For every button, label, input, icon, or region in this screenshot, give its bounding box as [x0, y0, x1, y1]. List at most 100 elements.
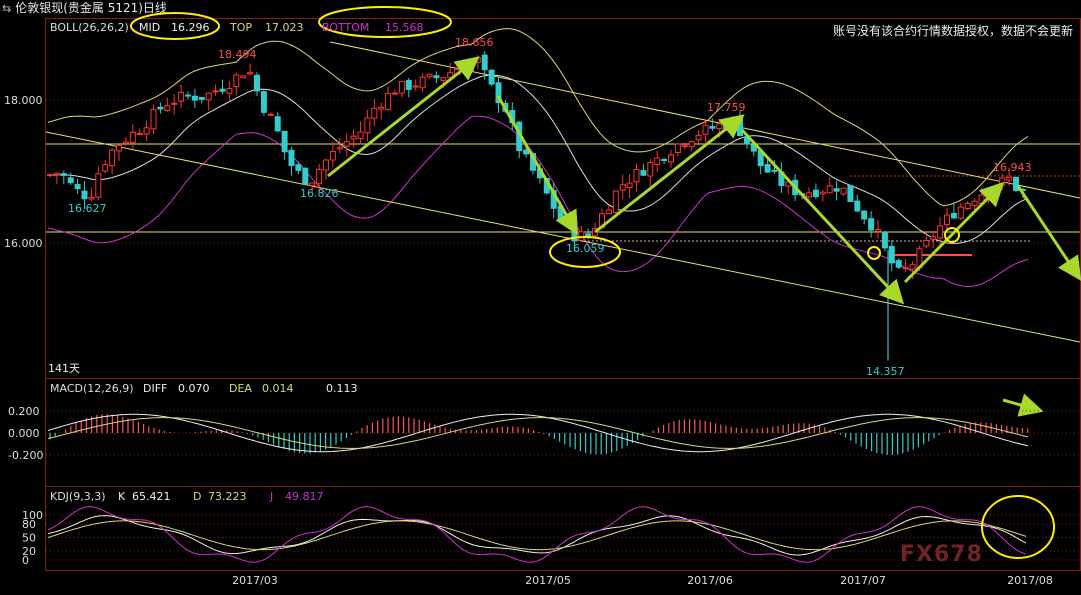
diff-label: DIFF — [143, 382, 167, 395]
candle — [371, 98, 378, 126]
candlesticks[interactable] — [47, 51, 1026, 361]
candle — [233, 72, 240, 96]
x-tick-3: 2017/07 — [840, 574, 886, 587]
candle — [881, 230, 888, 252]
candle — [247, 63, 254, 76]
fx678-watermark: FX678 — [900, 542, 983, 567]
candle — [378, 102, 385, 120]
candle — [281, 130, 288, 160]
trend-lines — [45, 41, 1081, 343]
candle — [668, 149, 674, 168]
mid-label: MID — [139, 21, 160, 34]
price-annotation-5: 16.826 — [300, 187, 339, 200]
candle — [681, 144, 688, 150]
candle — [957, 203, 964, 220]
candle — [895, 258, 902, 270]
candle — [633, 163, 640, 192]
candle — [343, 133, 350, 156]
candle — [654, 150, 661, 173]
candle — [930, 230, 937, 249]
candle — [67, 172, 74, 186]
y-tick-macd-1: 0.000 — [8, 427, 40, 440]
candle — [254, 72, 260, 97]
candle — [157, 102, 164, 114]
trend-arrow-0 — [327, 56, 480, 178]
candle — [405, 77, 412, 98]
candle — [143, 120, 150, 141]
boll-bands — [47, 28, 1029, 288]
boll-lower-line — [47, 115, 1029, 288]
candle — [474, 55, 481, 69]
candle — [854, 194, 861, 213]
candle — [868, 211, 875, 238]
macd-value: 0.113 — [326, 382, 358, 395]
macd-panel — [46, 410, 1080, 456]
trend-arrow-2 — [594, 114, 745, 234]
candle — [806, 187, 812, 200]
candle — [902, 259, 909, 273]
candle — [412, 79, 419, 92]
candle — [826, 176, 833, 194]
green-arrows — [327, 56, 1081, 417]
candle — [578, 226, 585, 241]
candle — [212, 84, 219, 97]
price-chart[interactable]: 18.000 16.000 18.494 18.656 17.759 16.943 16.6… — [0, 0, 1081, 595]
boll-upper-line — [47, 28, 1029, 207]
candle — [398, 80, 405, 98]
trend-arrow-4 — [903, 181, 1005, 284]
candle — [661, 158, 668, 165]
candle — [944, 207, 950, 231]
top-value: 17.023 — [265, 21, 304, 34]
candle — [702, 121, 709, 143]
price-annotation-2: 17.759 — [707, 101, 746, 114]
candle — [840, 187, 847, 196]
candle — [150, 104, 157, 135]
candle — [1013, 176, 1019, 192]
candle — [136, 128, 143, 135]
dea-value: 0.014 — [262, 382, 294, 395]
j-value: 49.817 — [285, 490, 324, 503]
candle — [350, 129, 357, 148]
j-label: J — [269, 490, 273, 503]
candle — [861, 210, 868, 225]
candle — [267, 112, 274, 116]
candle — [516, 120, 523, 159]
candle — [240, 75, 247, 79]
upper-channel-line — [329, 41, 1081, 199]
y-tick-main-0: 18.000 — [4, 94, 43, 107]
candle — [205, 92, 212, 111]
candle — [219, 79, 226, 95]
candle — [164, 97, 171, 112]
candle — [88, 187, 95, 202]
macd-label: MACD(12,26,9) — [50, 382, 134, 395]
boll-label: BOLL(26,26,2) — [50, 21, 129, 34]
y-tick-kdj-1: 80 — [22, 518, 36, 531]
candle — [647, 159, 654, 187]
candle — [950, 202, 957, 220]
candle — [178, 84, 185, 109]
candle — [260, 89, 267, 116]
diff-value: 0.070 — [178, 382, 210, 395]
candle — [185, 91, 191, 100]
candle — [47, 173, 53, 178]
d-label: D — [193, 490, 201, 503]
candle — [433, 71, 440, 84]
candle — [488, 69, 495, 87]
y-tick-main-1: 16.000 — [4, 237, 43, 250]
trend-arrow-1 — [496, 95, 578, 236]
candle — [778, 162, 785, 193]
candle — [888, 240, 895, 272]
candle — [102, 159, 109, 174]
candle — [688, 140, 695, 152]
candle — [129, 124, 136, 150]
grid-lines — [46, 99, 1080, 256]
candle — [329, 141, 336, 168]
candle — [737, 110, 743, 137]
y-tick-kdj-4: 0 — [22, 554, 29, 567]
kdj-d-line — [47, 520, 1027, 551]
price-annotation-7: 14.357 — [866, 365, 905, 378]
price-annotation-4: 16.627 — [68, 202, 107, 215]
candle — [109, 148, 116, 174]
candle — [288, 146, 295, 176]
candle — [640, 164, 647, 176]
